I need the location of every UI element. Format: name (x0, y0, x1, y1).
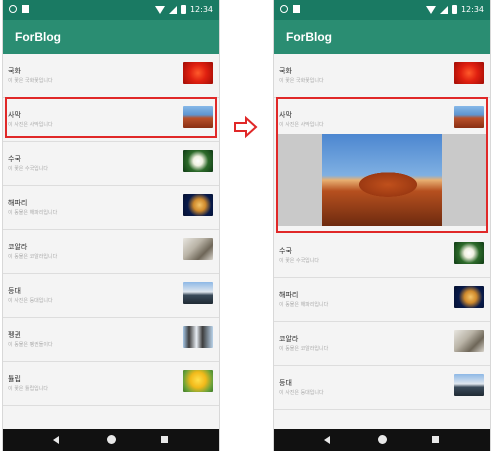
phone-before: 12:34 ForBlog 국화 이 꽃은 국화꽃입니다 사막 이 사진은 사막… (2, 0, 220, 451)
sim-icon (22, 5, 29, 13)
item-title: 펭귄 (8, 331, 21, 339)
signal-icon (439, 5, 448, 14)
item-title: 해파리 (8, 199, 28, 207)
item-thumbnail (183, 326, 213, 348)
list-item[interactable]: 코알라 이 동물은 코알라입니다 (3, 230, 219, 274)
status-bar: 12:34 (274, 0, 490, 20)
home-icon[interactable] (107, 435, 116, 444)
item-subtitle: 이 사진은 등대입니다 (8, 298, 53, 304)
right-arrow-icon (234, 115, 258, 139)
item-subtitle: 이 동물은 해파리입니다 (279, 302, 329, 308)
app-title: ForBlog (15, 30, 61, 44)
battery-icon (180, 5, 186, 14)
status-bar: 12:34 (3, 0, 219, 20)
navigation-bar (3, 429, 219, 451)
item-subtitle: 이 동물은 해파리입니다 (8, 210, 58, 216)
item-title: 코알라 (279, 335, 299, 343)
item-thumbnail (183, 238, 213, 260)
item-thumbnail (183, 194, 213, 216)
item-title: 등대 (279, 379, 292, 387)
item-thumbnail (454, 330, 484, 352)
item-title: 튤립 (8, 375, 21, 383)
comparison-stage: 12:34 ForBlog 국화 이 꽃은 국화꽃입니다 사막 이 사진은 사막… (0, 0, 493, 451)
item-thumbnail (454, 62, 484, 84)
item-title: 국화 (279, 67, 292, 75)
selected-item-highlight (276, 97, 488, 233)
wifi-icon (425, 5, 436, 14)
item-title: 수국 (279, 247, 292, 255)
item-subtitle: 이 동물은 코알라입니다 (8, 254, 58, 260)
item-thumbnail (183, 282, 213, 304)
item-subtitle: 이 꽃은 국화꽃입니다 (279, 78, 324, 84)
item-subtitle: 이 꽃은 수국입니다 (279, 258, 319, 264)
list-item[interactable]: 튤립 이 꽃은 튤립입니다 (3, 362, 219, 406)
list-item[interactable]: 수국 이 꽃은 수국입니다 (3, 142, 219, 186)
item-thumbnail (183, 62, 213, 84)
list-item[interactable]: 국화 이 꽃은 국화꽃입니다 (3, 54, 219, 98)
item-title: 등대 (8, 287, 21, 295)
list-item[interactable]: 코알라 이 동물은 코알라입니다 (274, 322, 490, 366)
selected-item-highlight (5, 97, 217, 138)
item-title: 해파리 (279, 291, 299, 299)
back-icon[interactable] (324, 436, 330, 444)
item-thumbnail (454, 374, 484, 396)
item-subtitle: 이 꽃은 국화꽃입니다 (8, 78, 53, 84)
back-icon[interactable] (53, 436, 59, 444)
app-bar: ForBlog (274, 20, 490, 54)
recents-icon[interactable] (161, 436, 168, 443)
list-item[interactable]: 국화 이 꽃은 국화꽃입니다 (274, 54, 490, 98)
clock: 12:34 (189, 5, 213, 14)
notification-icon (280, 5, 288, 13)
app-title: ForBlog (286, 30, 332, 44)
wifi-icon (154, 5, 165, 14)
list-item[interactable]: 해파리 이 동물은 해파리입니다 (3, 186, 219, 230)
notification-icon (9, 5, 17, 13)
clock: 12:34 (460, 5, 484, 14)
item-thumbnail (183, 150, 213, 172)
item-thumbnail (454, 242, 484, 264)
battery-icon (451, 5, 457, 14)
home-icon[interactable] (378, 435, 387, 444)
sim-icon (293, 5, 300, 13)
signal-icon (168, 5, 177, 14)
item-subtitle: 이 사진은 등대입니다 (279, 390, 324, 396)
item-subtitle: 이 꽃은 튤립입니다 (8, 386, 48, 392)
item-title: 국화 (8, 67, 21, 75)
item-subtitle: 이 동물은 코알라입니다 (279, 346, 329, 352)
list-item[interactable]: 펭귄 이 동물은 펭귄들이다 (3, 318, 219, 362)
phone-after: 12:34 ForBlog 국화 이 꽃은 국화꽃입니다 사막 이 사진은 사막… (273, 0, 491, 451)
item-title: 코알라 (8, 243, 28, 251)
item-thumbnail (454, 286, 484, 308)
item-title: 수국 (8, 155, 21, 163)
list-item[interactable]: 등대 이 사진은 등대입니다 (3, 274, 219, 318)
app-bar: ForBlog (3, 20, 219, 54)
item-subtitle: 이 동물은 펭귄들이다 (8, 342, 53, 348)
item-thumbnail (183, 370, 213, 392)
list-item[interactable]: 해파리 이 동물은 해파리입니다 (274, 278, 490, 322)
list-item[interactable]: 등대 이 사진은 등대입니다 (274, 366, 490, 410)
list-item[interactable]: 수국 이 꽃은 수국입니다 (274, 234, 490, 278)
item-subtitle: 이 꽃은 수국입니다 (8, 166, 48, 172)
recents-icon[interactable] (432, 436, 439, 443)
navigation-bar (274, 429, 490, 451)
